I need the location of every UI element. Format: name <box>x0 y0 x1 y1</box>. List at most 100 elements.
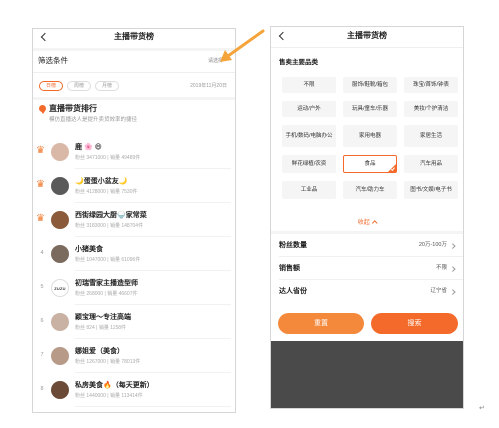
sales-count: 148704 <box>121 223 139 229</box>
sales-label: 销量 <box>109 393 120 399</box>
page-title: 主播带货榜 <box>347 31 387 40</box>
modal-overlay[interactable] <box>271 341 463 408</box>
avatar[interactable] <box>51 245 69 263</box>
category-label: 汽车/助力车 <box>355 186 385 193</box>
streamer-name[interactable]: 鹿 🌸 😄 <box>75 143 102 152</box>
fans-count: 268000 <box>86 291 104 297</box>
streamer-name[interactable]: 颖宝理～专注高端 <box>75 313 131 322</box>
streamer-name[interactable]: 娜姐爱（美食） <box>75 347 124 356</box>
reset-button[interactable]: 重置 <box>278 313 364 334</box>
avatar[interactable] <box>51 381 69 399</box>
sales-count: 78013 <box>121 359 136 365</box>
category-option[interactable]: 不限 <box>282 77 336 93</box>
paragraph-mark: ↵ <box>479 405 485 412</box>
collapse-button[interactable]: 收起 <box>271 219 463 227</box>
fans-label: 粉丝 <box>75 291 86 297</box>
fans-label: 粉丝 <box>75 155 86 161</box>
category-option[interactable]: 汽车/助力车 <box>343 181 397 199</box>
avatar[interactable] <box>51 143 69 161</box>
divider <box>271 47 463 48</box>
streamer-stats: 粉丝 1047000 | 销量 61096件 <box>75 257 140 264</box>
avatar-logo-text: ZUZU <box>54 285 66 291</box>
stats-separator: | <box>107 359 109 365</box>
sales-count: 7530 <box>121 189 133 195</box>
filter-row-fans[interactable]: 粉丝数量 20万-100万 <box>271 234 463 257</box>
fans-count: 1267000 <box>86 359 106 365</box>
streamer-name[interactable]: 小猪美食 <box>75 245 103 254</box>
section-subtitle: 模仿直播达人是提升卖货效率的捷径 <box>49 117 138 123</box>
avatar[interactable] <box>51 211 69 229</box>
category-option[interactable]: 工业品 <box>282 181 336 199</box>
sales-unit: 件 <box>121 325 127 331</box>
stats-separator: | <box>96 325 98 331</box>
avatar[interactable]: ZUZU <box>51 279 69 297</box>
category-label: 服饰/鞋靴/箱包 <box>351 81 389 88</box>
filter-label: 筛选条件 <box>38 56 68 65</box>
list-item[interactable]: 5 ZUZU 初瑞雪家主播造型师 粉丝 268000 | 销量 46607件 <box>33 271 235 305</box>
search-button[interactable]: 搜索 <box>371 313 458 334</box>
sales-label: 销量 <box>109 223 120 229</box>
crown-icon: ♛ <box>36 179 45 190</box>
streamer-name[interactable]: 西街绿园大厨🍚家常菜 <box>75 211 147 220</box>
filter-row-sales[interactable]: 销售额 不限 <box>271 257 463 280</box>
list-item[interactable]: ♛ 西街绿园大厨🍚家常菜 粉丝 3183000 | 销量 148704件 <box>33 203 235 237</box>
list-item[interactable]: 4 小猪美食 粉丝 1047000 | 销量 61096件 <box>33 237 235 271</box>
check-corner-icon <box>388 164 396 172</box>
stats-separator: | <box>107 257 109 263</box>
list-item[interactable]: 8 私房美食🔥（每天更新） 粉丝 1440000 | 销量 113414件 <box>33 373 235 407</box>
category-label: 不限 <box>303 81 315 88</box>
category-option[interactable]: 玩具/童车/乐器 <box>343 101 397 117</box>
category-option[interactable]: 家用电器 <box>343 125 397 147</box>
list-item[interactable]: ♛ 🌙蛋蛋小盆友🌙 粉丝 4128000 | 销量 7530件 <box>33 169 235 203</box>
filter-row-province[interactable]: 达人省份 辽宁省 <box>271 280 463 303</box>
crown-icon: ♛ <box>36 145 45 156</box>
category-option[interactable]: 服饰/鞋靴/箱包 <box>343 77 397 93</box>
category-option[interactable]: 食品 <box>343 155 397 173</box>
streamer-name[interactable]: 🌙蛋蛋小盆友🌙 <box>75 177 127 186</box>
category-label: 美妆/个护清洁 <box>413 105 449 112</box>
fans-count: 824 <box>86 325 95 331</box>
tab-daily[interactable]: 日榜 <box>39 81 63 91</box>
filter-label: 粉丝数量 <box>279 242 307 249</box>
avatar[interactable] <box>51 313 69 331</box>
fans-count: 4128000 <box>86 189 106 195</box>
category-option[interactable]: 汽车用品 <box>404 155 458 173</box>
chevron-right-icon <box>449 243 455 249</box>
category-option[interactable]: 家居生活 <box>404 125 458 147</box>
stats-separator: | <box>107 155 109 161</box>
category-option[interactable]: 珠宝/首饰/钟表 <box>404 77 458 93</box>
sales-count: 1158 <box>110 325 122 331</box>
list-item[interactable]: 6 颖宝理～专注高端 粉丝 824 | 销量 1158件 <box>33 305 235 339</box>
filter-value: 20万-100万 <box>418 242 447 248</box>
category-label: 鲜花绿植/农资 <box>291 160 327 167</box>
collapse-label: 收起 <box>357 220 370 226</box>
avatar[interactable] <box>51 347 69 365</box>
divider <box>33 72 235 73</box>
list-item[interactable]: ♛ 鹿 🌸 😄 粉丝 3471000 | 销量 49489件 <box>33 135 235 169</box>
category-label: 汽车用品 <box>419 160 442 167</box>
category-option[interactable]: 鲜花绿植/农资 <box>282 155 336 173</box>
category-title: 售卖主要品类 <box>279 59 318 66</box>
streamer-name[interactable]: 初瑞雪家主播造型师 <box>75 279 138 288</box>
tab-weekly[interactable]: 周榜 <box>67 81 91 91</box>
sales-count: 61096 <box>121 257 136 263</box>
sales-unit: 件 <box>138 223 144 229</box>
tab-monthly[interactable]: 月榜 <box>95 81 119 91</box>
divider <box>33 97 235 100</box>
category-label: 家用电器 <box>358 132 381 139</box>
category-option[interactable]: 图书/文娱/电子书 <box>404 181 458 199</box>
avatar[interactable] <box>51 177 69 195</box>
streamer-name[interactable]: 私房美食🔥（每天更新） <box>75 381 154 390</box>
fans-count: 1440000 <box>86 393 106 399</box>
category-label: 家居生活 <box>419 132 442 139</box>
stats-separator: | <box>107 189 109 195</box>
category-option[interactable]: 美妆/个护清洁 <box>404 101 458 117</box>
category-option[interactable]: 手机/数码/电脑办公 <box>282 125 336 147</box>
sales-label: 销量 <box>98 325 109 331</box>
list-item[interactable]: 7 娜姐爱（美食） 粉丝 1267000 | 销量 78013件 <box>33 339 235 373</box>
category-option[interactable]: 运动/户外 <box>282 101 336 117</box>
category-label: 图书/文娱/电子书 <box>410 186 452 193</box>
filter-select[interactable]: 请选择 <box>208 58 223 65</box>
filter-label: 达人省份 <box>279 288 307 295</box>
stats-separator: | <box>107 223 109 229</box>
